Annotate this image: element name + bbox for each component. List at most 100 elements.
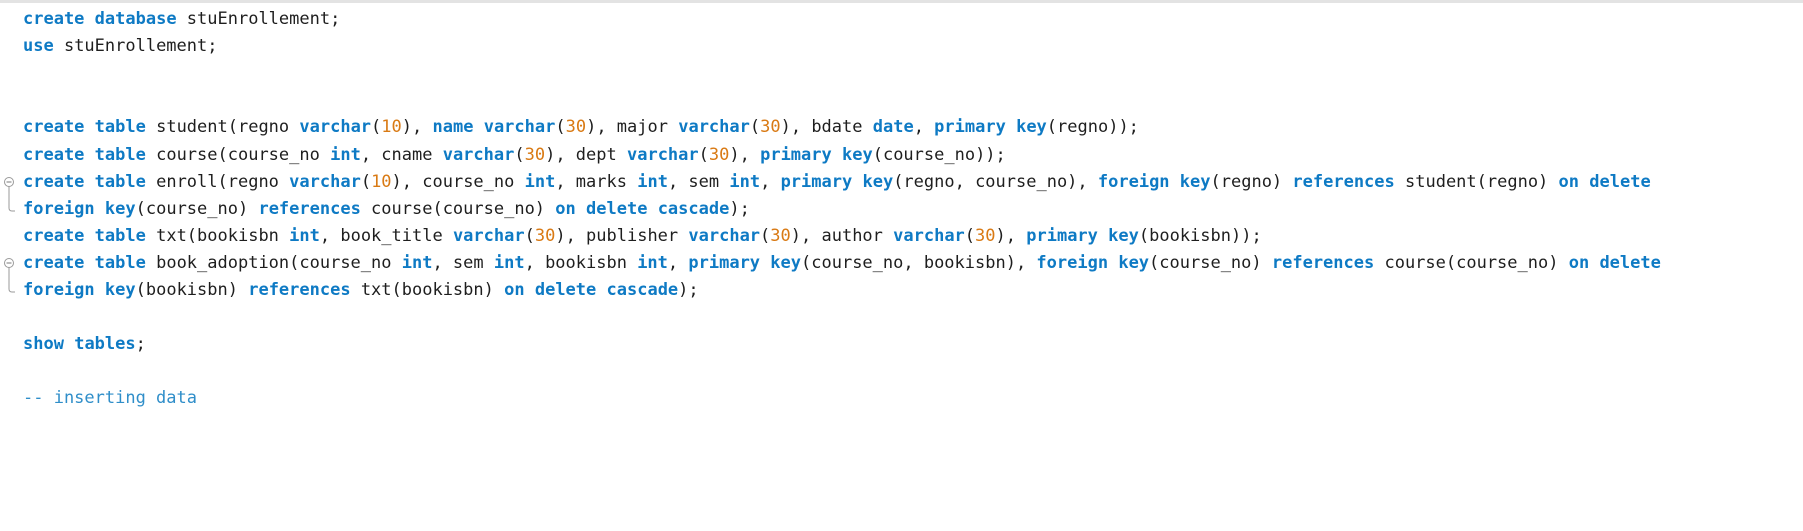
- code-line[interactable]: foreign key(bookisbn) references txt(boo…: [23, 275, 699, 306]
- sql-keyword: references: [258, 198, 361, 219]
- sql-keyword: varchar: [626, 144, 699, 165]
- sql-text: (bookisbn): [135, 280, 249, 300]
- sql-number: 30: [708, 144, 730, 165]
- sql-keyword: foreign: [1097, 171, 1170, 192]
- sql-keyword: int: [524, 171, 556, 192]
- sql-text: student(regno: [145, 117, 300, 138]
- sql-keyword: date: [872, 117, 914, 138]
- sql-editor[interactable]: create database stuEnrollement; use stuEn…: [0, 3, 1803, 531]
- sql-text: course(course_no): [1374, 252, 1569, 273]
- sql-keyword: on: [1568, 252, 1590, 273]
- sql-keyword: int: [729, 171, 761, 192]
- sql-keyword: database: [94, 9, 177, 29]
- sql-text: ), author: [790, 225, 894, 246]
- sql-text: , bookisbn: [524, 252, 638, 273]
- sql-keyword: cascade: [657, 198, 730, 219]
- sql-text: stuEnrollement;: [53, 36, 218, 57]
- sql-keyword: varchar: [688, 225, 761, 246]
- sql-text: ),: [401, 117, 433, 138]
- sql-keyword: show: [23, 334, 64, 355]
- sql-keyword: foreign: [23, 198, 95, 219]
- sql-text: (: [749, 117, 761, 138]
- sql-keyword: int: [637, 171, 668, 192]
- sql-keyword: on: [555, 198, 576, 219]
- sql-number: 30: [770, 225, 791, 246]
- sql-keyword: references: [1271, 252, 1375, 273]
- sql-number: 30: [524, 144, 546, 165]
- sql-keyword: key: [104, 198, 136, 219]
- sql-text: (course_no): [135, 198, 259, 219]
- sql-keyword: key: [1118, 252, 1150, 273]
- sql-text: , marks: [555, 171, 638, 192]
- sql-text: course(course_no): [360, 198, 556, 219]
- fold-end-marker-icon: [3, 193, 17, 225]
- sql-text: book_adoption(course_no: [145, 252, 402, 273]
- sql-text: enroll(regno: [145, 171, 290, 192]
- sql-text: , cname: [360, 144, 443, 165]
- sql-text: );: [678, 280, 699, 300]
- sql-text: student(regno): [1394, 171, 1559, 192]
- sql-keyword: references: [248, 280, 351, 300]
- sql-text: txt(bookisbn): [350, 280, 505, 300]
- sql-text: stuEnrollement;: [176, 9, 341, 29]
- sql-text: ), publisher: [555, 225, 689, 246]
- code-line[interactable]: -- inserting data: [23, 383, 197, 414]
- sql-number: 10: [371, 171, 392, 192]
- sql-text: ), dept: [545, 144, 627, 165]
- sql-keyword: int: [493, 252, 525, 273]
- sql-keyword: primary: [934, 117, 1006, 138]
- sql-keyword: on: [1558, 171, 1580, 192]
- sql-keyword: delete: [586, 198, 648, 219]
- sql-text: (: [760, 225, 771, 246]
- sql-keyword: int: [289, 225, 320, 246]
- sql-number: 30: [975, 225, 996, 246]
- sql-keyword: key: [842, 144, 873, 165]
- sql-number: 30: [565, 117, 587, 138]
- sql-keyword: varchar: [442, 144, 515, 165]
- sql-keyword: create: [23, 171, 85, 192]
- sql-text: (course_no));: [872, 144, 1006, 165]
- sql-keyword: key: [1108, 225, 1139, 246]
- sql-text: (: [698, 144, 709, 165]
- sql-text: ;: [135, 334, 146, 355]
- sql-number: 30: [534, 225, 556, 246]
- sql-keyword: varchar: [452, 225, 525, 246]
- sql-keyword: key: [862, 171, 894, 192]
- sql-text: ), major: [586, 117, 679, 138]
- sql-comment: -- inserting data: [23, 388, 197, 409]
- sql-text: ), bdate: [780, 117, 873, 138]
- sql-text: (: [964, 225, 976, 246]
- sql-keyword: key: [104, 280, 136, 300]
- sql-keyword: primary: [760, 144, 832, 165]
- code-line[interactable]: show tables;: [23, 329, 146, 360]
- sql-keyword: varchar: [299, 117, 372, 138]
- sql-text: ),: [729, 144, 761, 165]
- sql-keyword: cascade: [606, 280, 679, 300]
- code-line[interactable]: use stuEnrollement;: [23, 31, 217, 62]
- sql-text: (course_no): [1149, 252, 1272, 273]
- sql-keyword: varchar: [893, 225, 965, 246]
- sql-keyword: create: [23, 117, 85, 138]
- sql-text: (: [514, 144, 525, 165]
- sql-keyword: name: [432, 117, 474, 138]
- sql-keyword: create: [23, 9, 85, 29]
- sql-keyword: int: [637, 252, 668, 273]
- sql-number: 10: [381, 117, 402, 138]
- sql-keyword: primary: [1026, 225, 1098, 246]
- sql-text: );: [729, 198, 750, 219]
- sql-keyword: table: [94, 171, 146, 192]
- sql-text: , book_title: [319, 225, 453, 246]
